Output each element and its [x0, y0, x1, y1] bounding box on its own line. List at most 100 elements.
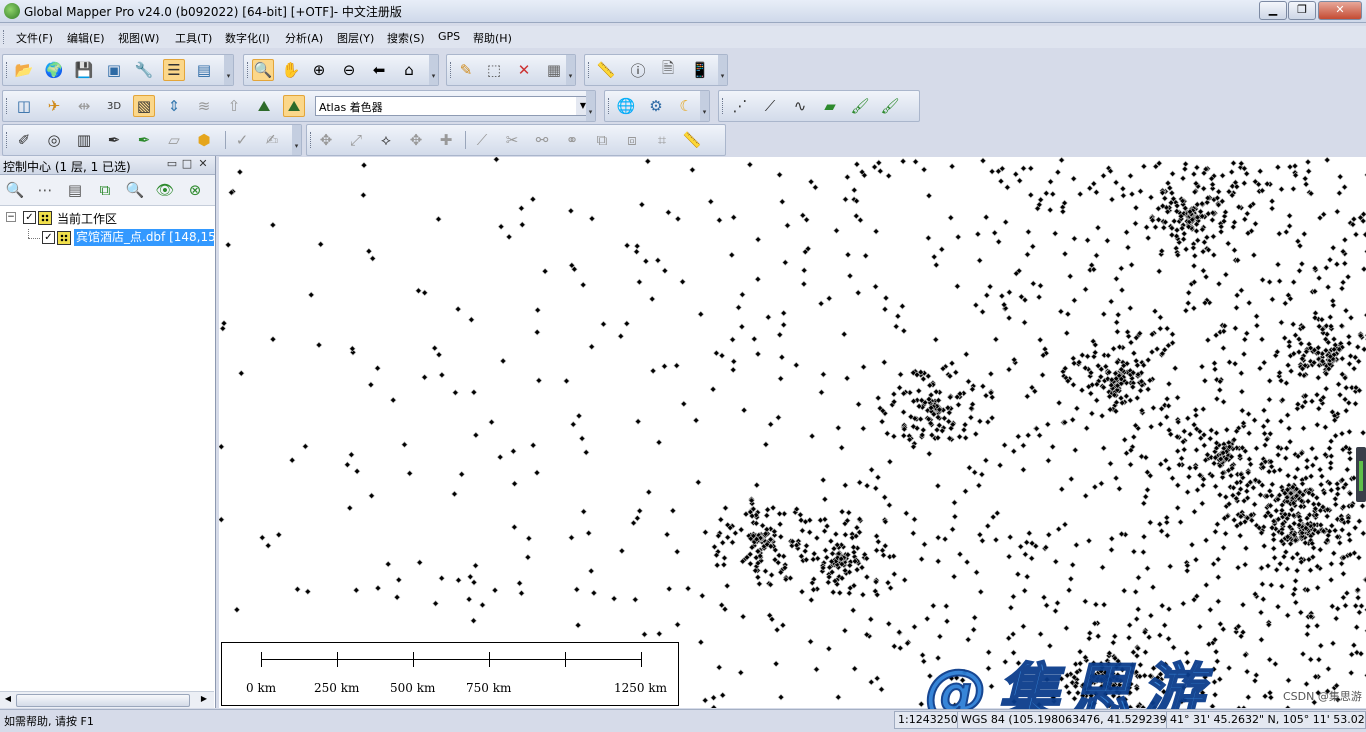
- menu-digitize[interactable]: 数字化(I): [225, 30, 270, 46]
- maximize-button[interactable]: ❐: [1288, 1, 1316, 20]
- menu-gps[interactable]: GPS: [438, 30, 460, 43]
- open-folder-icon[interactable]: 📂: [13, 59, 35, 81]
- scroll-right-icon[interactable]: ▶: [198, 694, 210, 703]
- menu-search[interactable]: 搜索(S): [387, 30, 425, 46]
- toolbar-dropdown[interactable]: ▾: [224, 55, 233, 85]
- select-box-icon[interactable]: ⬚: [483, 59, 505, 81]
- terrain-shader-icon[interactable]: ⛰: [283, 95, 305, 117]
- layer-remove-icon[interactable]: ⊗: [184, 179, 206, 201]
- pen-green-icon[interactable]: ✒: [133, 129, 155, 151]
- home-icon[interactable]: ⌂: [398, 59, 420, 81]
- map-view[interactable]: 0 km 250 km 500 km 750 km 1250 km: [219, 157, 1366, 708]
- scroll-thumb[interactable]: [16, 694, 190, 707]
- minimize-button[interactable]: ▁: [1259, 1, 1287, 20]
- snap-icon[interactable]: ⟋: [471, 129, 493, 151]
- menu-analysis[interactable]: 分析(A): [285, 30, 323, 46]
- terrain-light-icon[interactable]: ⛰: [253, 95, 275, 117]
- view-3d-icon[interactable]: 3D: [103, 95, 125, 117]
- ruler-icon[interactable]: 📏: [681, 129, 703, 151]
- brush-icon[interactable]: 🖌: [849, 95, 871, 117]
- shader-select[interactable]: Atlas 着色器 ▼: [315, 96, 591, 116]
- check-pen-icon[interactable]: ✓: [231, 129, 253, 151]
- path-profile-icon[interactable]: ✈: [43, 95, 65, 117]
- tree-layer-row[interactable]: ✓ 宾馆酒店_点.dbf [148,15: [0, 229, 214, 247]
- crop-shape-icon[interactable]: ⧈: [621, 129, 643, 151]
- menu-edit[interactable]: 编辑(E): [67, 30, 105, 46]
- panel-minimize-icon[interactable]: ▭: [166, 158, 178, 170]
- area-measure-icon[interactable]: ▱: [163, 129, 185, 151]
- menu-view[interactable]: 视图(W): [118, 30, 159, 46]
- pen-edit-icon[interactable]: ✒: [103, 129, 125, 151]
- menu-layer[interactable]: 图层(Y): [337, 30, 374, 46]
- frame-icon[interactable]: ▤: [193, 59, 215, 81]
- pan-hand-icon[interactable]: ✋: [280, 59, 302, 81]
- delete-feature-icon[interactable]: ✕: [513, 59, 535, 81]
- toolbar-dropdown[interactable]: ▾: [429, 55, 438, 85]
- toolbar-dropdown[interactable]: ▾: [566, 55, 575, 85]
- panel-float-icon[interactable]: □: [181, 158, 193, 170]
- toolbar-dropdown[interactable]: ▾: [292, 125, 301, 155]
- zoom-in-icon[interactable]: ⊕: [308, 59, 330, 81]
- water-level-icon[interactable]: ≋: [193, 95, 215, 117]
- union-icon[interactable]: ⧉: [591, 129, 613, 151]
- hotel-points-layer[interactable]: [219, 157, 1366, 708]
- close-button[interactable]: ✕: [1318, 1, 1362, 20]
- join-icon[interactable]: ⚯: [531, 129, 553, 151]
- window-icon[interactable]: ▣: [103, 59, 125, 81]
- shapes-icon[interactable]: ⬢: [193, 129, 215, 151]
- settings-gear-icon[interactable]: ⚙: [645, 95, 667, 117]
- move-icon[interactable]: ✥: [315, 129, 337, 151]
- layer-visibility-icon[interactable]: 👁: [154, 179, 176, 201]
- options-icon[interactable]: ⋯: [34, 179, 56, 201]
- split-icon[interactable]: ✂: [501, 129, 523, 151]
- side-handle[interactable]: [1356, 447, 1366, 502]
- view-3d-sync-icon[interactable]: ⇹: [73, 95, 95, 117]
- layer-search-icon[interactable]: 🔍: [124, 179, 146, 201]
- area-digitize-icon[interactable]: ▰: [819, 95, 841, 117]
- paint-icon[interactable]: 🖌: [879, 95, 901, 117]
- scale-icon[interactable]: ⤢: [345, 129, 367, 151]
- toolbar-dropdown[interactable]: ▾: [586, 91, 595, 121]
- device-icon[interactable]: 📱: [689, 59, 711, 81]
- shading-icon[interactable]: ▧: [133, 95, 155, 117]
- move-vertex-icon[interactable]: ✥: [405, 129, 427, 151]
- layers-icon[interactable]: ☰: [163, 59, 185, 81]
- panel-horizontal-scrollbar[interactable]: ◀ ▶: [0, 691, 214, 708]
- menu-help[interactable]: 帮助(H): [473, 30, 512, 46]
- attribute-list-icon[interactable]: ▤: [64, 179, 86, 201]
- back-arrow-icon[interactable]: ⬅: [368, 59, 390, 81]
- panel-close-icon[interactable]: ✕: [197, 158, 209, 170]
- root-checkbox[interactable]: ✓: [23, 211, 36, 224]
- toolbar-dropdown[interactable]: ▾: [700, 91, 709, 121]
- point-digitize-icon[interactable]: ⋰: [729, 95, 751, 117]
- pencil-icon[interactable]: ✎: [455, 59, 477, 81]
- collapse-icon[interactable]: −: [6, 212, 16, 222]
- layer-checkbox[interactable]: ✓: [42, 231, 55, 244]
- scroll-left-icon[interactable]: ◀: [2, 694, 14, 703]
- layer-crop-icon[interactable]: ⧉: [94, 179, 116, 201]
- attribute-table-icon[interactable]: ▦: [543, 59, 565, 81]
- line-digitize-icon[interactable]: ⟋: [759, 95, 781, 117]
- toolbar-dropdown[interactable]: ▾: [718, 55, 727, 85]
- add-vertex-icon[interactable]: ✚: [435, 129, 457, 151]
- info-icon[interactable]: ⓘ: [627, 59, 649, 81]
- curve-digitize-icon[interactable]: ∿: [789, 95, 811, 117]
- target-icon[interactable]: ◎: [43, 129, 65, 151]
- edit-disabled-icon[interactable]: ✍: [261, 129, 283, 151]
- draw-line-icon[interactable]: ✐: [13, 129, 35, 151]
- zoom-out-icon[interactable]: ⊖: [338, 59, 360, 81]
- moon-icon[interactable]: ☾: [675, 95, 697, 117]
- split-view-icon[interactable]: ◫: [13, 95, 35, 117]
- crop-icon[interactable]: ⌗: [651, 129, 673, 151]
- save-icon[interactable]: 💾: [73, 59, 95, 81]
- feature-info-icon[interactable]: 🗎: [657, 59, 679, 81]
- light-direction-icon[interactable]: ⇧: [223, 95, 245, 117]
- bar-measure-icon[interactable]: ▥: [73, 129, 95, 151]
- zoom-layer-icon[interactable]: 🔍: [4, 179, 26, 201]
- online-globe-icon[interactable]: 🌐: [615, 95, 637, 117]
- vertical-scale-icon[interactable]: ⇕: [163, 95, 185, 117]
- menu-tools[interactable]: 工具(T): [175, 30, 212, 46]
- wrench-icon[interactable]: 🔧: [133, 59, 155, 81]
- globe-open-icon[interactable]: 🌍: [43, 59, 65, 81]
- menu-file[interactable]: 文件(F): [16, 30, 53, 46]
